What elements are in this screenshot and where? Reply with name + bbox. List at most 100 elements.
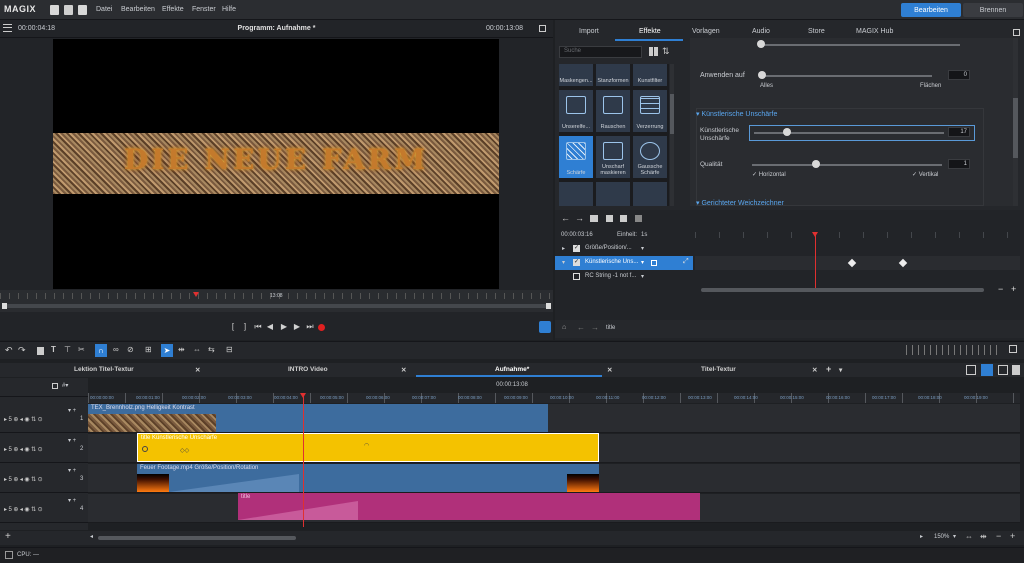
tab-import[interactable]: Import: [579, 28, 599, 35]
close-tab-icon[interactable]: ✕: [401, 366, 406, 374]
kf-paste-icon[interactable]: [635, 215, 642, 222]
tab-dropdown-icon[interactable]: ▾: [839, 366, 842, 374]
timeline-ruler[interactable]: 00:00:00:00 00:00:01:00 00:00:02:00 00:00:0…: [88, 393, 1020, 403]
sort-icon[interactable]: ⇅: [662, 47, 671, 56]
edit-mode-button[interactable]: Bearbeiten: [901, 3, 961, 17]
kf-checkbox[interactable]: ✓: [573, 259, 580, 266]
scroll-left-icon[interactable]: ◂: [90, 533, 93, 540]
effect-tile[interactable]: Maskengen...: [559, 64, 593, 86]
kf-copy-icon[interactable]: [620, 215, 627, 222]
zoom-value[interactable]: 150%: [934, 534, 949, 540]
program-ruler[interactable]: 13:08: [0, 290, 553, 312]
tab-store[interactable]: Store: [808, 28, 825, 35]
kf-checkbox[interactable]: ✓: [573, 245, 580, 252]
section-gerichteter-weichzeichner[interactable]: ▾ Gerichteter Weichzeichner: [696, 199, 784, 207]
effects-scrollbar[interactable]: [670, 64, 674, 206]
kf-row-dropdown-icon[interactable]: ▾: [641, 245, 644, 252]
quality-slider-knob[interactable]: [812, 160, 820, 168]
horizontal-checkbox[interactable]: ✓ Horizontal: [752, 171, 786, 178]
kf-next-icon[interactable]: →: [575, 213, 584, 223]
scroll-start-handle[interactable]: [2, 303, 7, 309]
kf-scrollbar[interactable]: [701, 288, 984, 292]
zoom-fit-icon[interactable]: ⇔: [965, 532, 973, 541]
effect-tile[interactable]: [596, 182, 630, 206]
effect-tile[interactable]: [633, 182, 667, 206]
title-icon[interactable]: ⊤: [64, 345, 71, 354]
kf-playhead[interactable]: [815, 234, 816, 288]
apply-slider[interactable]: [762, 75, 932, 77]
effect-tile[interactable]: [559, 182, 593, 206]
kf-checkbox[interactable]: [573, 273, 580, 280]
timeline-maximize-icon[interactable]: [1009, 345, 1017, 353]
menu-datei[interactable]: Datei: [96, 6, 112, 13]
clip-tex-brennholz[interactable]: TEX_Brennholz.png Helligkeit Kontrast: [88, 404, 548, 432]
tab-lektion-titel-textur[interactable]: Lektion Titel-Textur: [74, 366, 134, 373]
scroll-end-handle[interactable]: [546, 303, 551, 309]
props-scrollbar[interactable]: [1013, 38, 1018, 206]
home-icon[interactable]: ⌂: [562, 324, 566, 331]
clip-title-track4[interactable]: title: [238, 493, 700, 520]
effect-tile[interactable]: Kunstfilter: [633, 64, 667, 86]
view-mode-1-icon[interactable]: [966, 365, 976, 375]
effects-search-input[interactable]: Suche: [559, 46, 642, 58]
play-icon[interactable]: ▶: [279, 322, 289, 332]
zoom-dropdown-icon[interactable]: ▾: [953, 533, 956, 540]
track-controls-icons[interactable]: ▸5⊕◂◉⇅⊙: [4, 476, 44, 483]
clip-feuer-footage[interactable]: Feuer Footage.mp4 Größe/Position/Rotatio…: [137, 464, 599, 492]
clip-title-kuenstlerische-unschaerfe[interactable]: title Künstlerische Unschärfe ◇◇ ◠: [137, 433, 599, 462]
kf-row-dropdown-icon[interactable]: ▾: [641, 259, 644, 266]
effect-tile[interactable]: Rauschen: [596, 90, 630, 132]
ku-value-input[interactable]: 17: [948, 127, 970, 137]
slip-icon[interactable]: ⇆: [208, 345, 215, 354]
next-marker-icon[interactable]: ⏭: [305, 322, 315, 332]
panel-maximize-icon[interactable]: [1013, 29, 1020, 36]
kf-playhead-marker-icon[interactable]: [812, 232, 818, 237]
top-slider[interactable]: [760, 44, 960, 46]
tab-effekte[interactable]: Effekte: [639, 28, 661, 35]
undo-icon[interactable]: ↶: [5, 345, 13, 356]
apply-value-input[interactable]: 0: [948, 70, 970, 80]
timeline-playhead[interactable]: [303, 395, 304, 527]
track-header[interactable]: ▾ + ▸5⊕◂◉⇅⊙ 2: [0, 434, 88, 463]
vertical-checkbox[interactable]: ✓ Vertikal: [912, 171, 938, 178]
zoom-in-icon[interactable]: +: [1010, 531, 1015, 541]
tab-titel-textur[interactable]: Titel-Textur: [701, 366, 736, 373]
track-header[interactable]: ▾ + ▸5⊕◂◉⇅⊙ 4: [0, 494, 88, 523]
clip-keyframe-icon[interactable]: ◇◇: [180, 447, 189, 454]
effect-tile[interactable]: Unscharf maskieren: [596, 136, 630, 178]
mark-in-icon[interactable]: [: [228, 322, 238, 332]
effect-tile[interactable]: Unserelfe...: [559, 90, 593, 132]
magnet-icon[interactable]: ∩: [95, 344, 107, 357]
effect-tile[interactable]: Gaussche Schärfe: [633, 136, 667, 178]
kf-mode-icon[interactable]: [651, 260, 657, 266]
kf-delete-icon[interactable]: [606, 215, 613, 222]
top-slider-knob[interactable]: [757, 40, 765, 48]
tab-audio[interactable]: Audio: [752, 28, 770, 35]
add-tab-icon[interactable]: +: [826, 364, 831, 374]
clip-keyframe-icon[interactable]: [142, 446, 148, 452]
timeline-scrollbar[interactable]: [98, 536, 296, 540]
effect-tile[interactable]: Stanzformen: [596, 64, 630, 86]
kf-row-selected[interactable]: ▾ ✓ Künstlerische Uns... ▾ ⤢: [555, 256, 693, 270]
kf-track[interactable]: [695, 256, 1020, 270]
save-icon[interactable]: [78, 5, 87, 15]
clip-fade-handle[interactable]: ◠: [364, 442, 369, 449]
maximize-icon[interactable]: [539, 25, 546, 32]
menu-hilfe[interactable]: Hilfe: [222, 6, 236, 13]
track-menu-icon[interactable]: ▾ +: [68, 437, 76, 444]
menu-fenster[interactable]: Fenster: [192, 6, 216, 13]
tab-aufnahme[interactable]: Aufnahme*: [495, 366, 529, 373]
close-tab-icon[interactable]: ✕: [812, 366, 817, 374]
program-scrollbar[interactable]: [3, 304, 549, 308]
quality-value-input[interactable]: 1: [948, 159, 970, 169]
view-mode-4-icon[interactable]: [1012, 365, 1020, 375]
kf-zoom-in-icon[interactable]: +: [1011, 284, 1016, 294]
rewind-icon[interactable]: ◀: [265, 322, 275, 332]
apply-slider-knob[interactable]: [758, 71, 766, 79]
track-header[interactable]: ▾ + ▸5⊕◂◉⇅⊙ 1: [0, 404, 88, 433]
track-controls-icons[interactable]: ▸5⊕◂◉⇅⊙: [4, 506, 44, 513]
section-kuenstlerische-unschaerfe[interactable]: ▾ Künstlerische Unschärfe: [696, 110, 777, 118]
close-tab-icon[interactable]: ✕: [195, 366, 200, 374]
kf-prev-icon[interactable]: ←: [561, 213, 570, 223]
storyboard-icon[interactable]: ⊟: [226, 345, 233, 354]
